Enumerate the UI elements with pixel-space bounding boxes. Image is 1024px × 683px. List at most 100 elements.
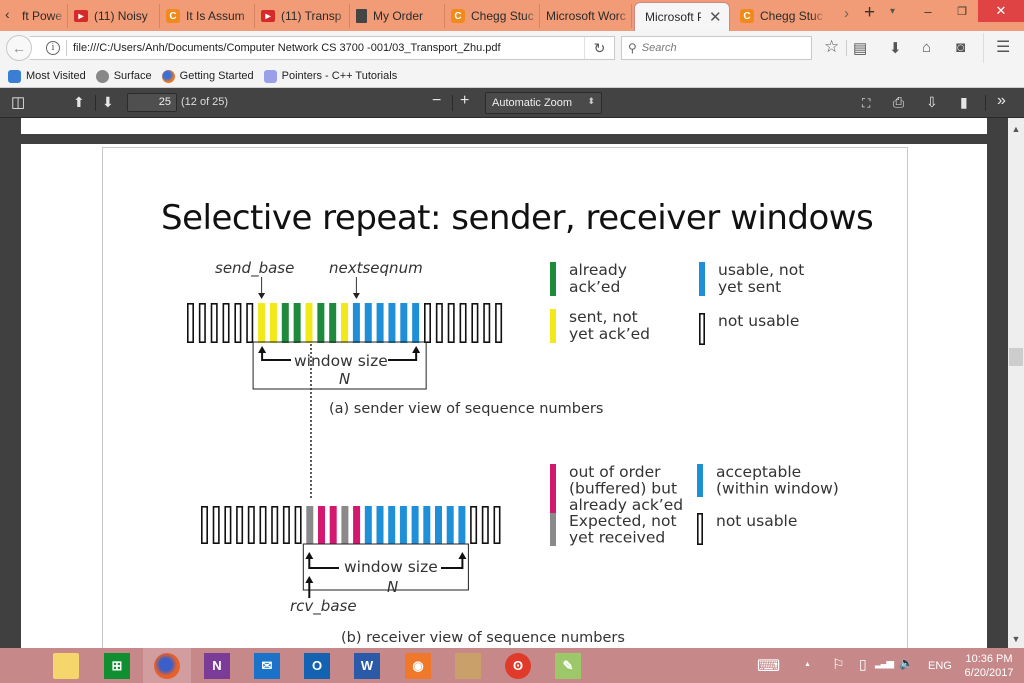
tab[interactable]: C It Is Assum (160, 4, 255, 28)
taskbar-photo[interactable] (444, 648, 492, 683)
clock[interactable]: 10:36 PM 6/20/2017 (958, 652, 1020, 680)
bookmark-pointers[interactable]: Pointers - C++ Tutorials (263, 69, 397, 83)
most-visited-icon (8, 69, 21, 83)
previous-page-icon[interactable]: ⬆ (73, 94, 85, 111)
tab-active[interactable]: Microsoft P ✕ (634, 2, 730, 31)
reading-list-icon[interactable]: ▤ (853, 39, 867, 57)
reload-button[interactable]: ↻ (584, 37, 614, 59)
tab[interactable]: My Order (350, 4, 445, 28)
sequence-slot-b (458, 506, 466, 544)
bookmark-most-visited[interactable]: Most Visited (8, 69, 86, 83)
action-center-flag-icon[interactable]: ⚐ (832, 656, 845, 673)
tab-list-button[interactable]: ▾ (890, 6, 895, 17)
taskbar-outlook[interactable]: O (293, 648, 341, 683)
bookmark-star-icon[interactable]: ☆ (824, 37, 839, 57)
volume-icon[interactable]: 🔈 (899, 656, 914, 670)
bookmark-surface[interactable]: Surface (95, 69, 152, 83)
sequence-slot-not-usable (236, 505, 244, 544)
pdf-toolbar: ◫ ⬆ ⬇ 25 (12 of 25) − + Automatic Zoom ⬍… (0, 88, 1024, 118)
minimize-button[interactable]: – (910, 0, 946, 22)
pdf-viewer-container[interactable]: Selective repeat: sender, receiver windo… (0, 118, 1008, 648)
language-indicator[interactable]: ENG (928, 660, 952, 672)
taskbar-word[interactable]: W (343, 648, 391, 683)
sender-window-left-arrow-head (258, 346, 267, 353)
url-text[interactable]: file:///C:/Users/Anh/Documents/Computer … (73, 42, 501, 54)
presentation-mode-icon[interactable]: ⛶ (862, 96, 870, 111)
close-tab-icon[interactable]: ✕ (709, 8, 722, 26)
tab[interactable]: ▸ (11) Transp (255, 4, 350, 28)
camera-app-icon: ◉ (405, 652, 431, 679)
legend-not-usable-text: not usable (718, 312, 799, 330)
search-input[interactable]: ⚲ Search (621, 36, 812, 60)
tab[interactable]: ▸ (11) Noisy (68, 4, 160, 28)
taskbar-firefox[interactable] (143, 648, 191, 683)
legend-acceptable-text: (within window) (716, 480, 839, 498)
menu-icon[interactable]: ☰ (996, 37, 1010, 57)
start-button[interactable] (0, 648, 48, 683)
home-icon[interactable]: ⌂ (922, 39, 931, 56)
sequence-slot-not-usable (271, 505, 279, 544)
zoom-out-button[interactable]: − (432, 92, 441, 110)
rcv-base-label: rcv_base (290, 597, 357, 616)
scroll-up-icon[interactable]: ▲ (1008, 124, 1024, 134)
tab-label: (11) Transp (281, 9, 342, 23)
onenote-icon: N (204, 652, 230, 679)
back-button[interactable]: ← (6, 35, 32, 61)
zoom-select[interactable]: Automatic Zoom ⬍ (485, 92, 602, 114)
battery-icon[interactable]: ▯ (859, 656, 867, 673)
download-pdf-icon[interactable]: ⇩ (926, 94, 938, 111)
tools-menu-icon[interactable]: » (997, 92, 1006, 110)
chegg-icon: C (451, 9, 465, 23)
tab-scroll-right-button[interactable]: › (844, 5, 849, 22)
taskbar-store[interactable]: ⊞ (93, 648, 141, 683)
chegg-icon: C (740, 9, 754, 23)
sequence-slot-b (423, 506, 431, 544)
sequence-slot-b (412, 303, 420, 343)
word-icon: W (354, 652, 380, 679)
scrollbar-thumb[interactable] (1009, 348, 1023, 366)
tab[interactable]: C Chegg Stuc (734, 4, 826, 28)
sequence-slot-y (269, 303, 277, 343)
selective-repeat-diagram: send_base nextseqnumwindow sizeNalreadyac… (187, 259, 839, 646)
sequence-slot-b (364, 303, 372, 343)
legend-expected-text: Expected, not (569, 512, 677, 530)
print-icon[interactable]: ⎙ (893, 94, 904, 111)
slide: Selective repeat: sender, receiver windo… (102, 147, 908, 648)
tab[interactable]: ft Powe (16, 4, 68, 28)
sequence-slot-p (329, 506, 337, 544)
site-info-icon[interactable]: i (46, 41, 60, 55)
show-hidden-icons-button[interactable]: ▲ (804, 661, 811, 668)
tab[interactable]: C Chegg Stuc (445, 4, 540, 28)
network-signal-icon[interactable]: ▂▃▅ (875, 658, 894, 669)
taskbar-owl[interactable]: ʘ (494, 648, 542, 683)
tab-scroll-left-button[interactable]: ‹ (5, 6, 10, 22)
sidebar-toggle-icon[interactable]: ◫ (11, 93, 25, 111)
restore-button[interactable]: ❐ (946, 0, 978, 22)
legend-sent-not-acked-text: yet ack’ed (569, 325, 650, 343)
url-bar[interactable]: i file:///C:/Users/Anh/Documents/Compute… (30, 36, 615, 60)
taskbar-camera[interactable]: ◉ (394, 648, 442, 683)
taskbar-file-explorer[interactable] (42, 648, 90, 683)
zoom-in-button[interactable]: + (460, 92, 469, 110)
vertical-scrollbar[interactable]: ▲ ▼ (1008, 118, 1024, 648)
page-number-input[interactable]: 25 (127, 93, 177, 112)
new-tab-button[interactable]: + (864, 2, 875, 24)
sequence-slot-p (353, 506, 361, 544)
tab-label: Microsoft P (645, 10, 701, 24)
taskbar-notepad[interactable]: ✎ (544, 648, 592, 683)
bookmark-view-icon[interactable]: ▮ (960, 94, 968, 111)
tab[interactable]: Microsoft Worc (540, 4, 632, 28)
sequence-slot-b (376, 506, 384, 544)
pocket-icon[interactable]: ◙ (956, 39, 965, 56)
close-window-button[interactable]: ✕ (978, 0, 1024, 22)
sequence-slot-b (400, 303, 408, 343)
taskbar-mail[interactable]: ✉ (243, 648, 291, 683)
download-icon[interactable]: ⬇ (889, 39, 902, 57)
scroll-down-icon[interactable]: ▼ (1008, 634, 1024, 644)
next-page-icon[interactable]: ⬇ (102, 94, 114, 111)
sequence-slot-b (376, 303, 384, 343)
taskbar-onenote[interactable]: N (193, 648, 241, 683)
sequence-slot-g (293, 303, 301, 343)
touch-keyboard-icon[interactable]: ⌨ (757, 656, 780, 676)
bookmark-getting-started[interactable]: Getting Started (161, 69, 254, 83)
